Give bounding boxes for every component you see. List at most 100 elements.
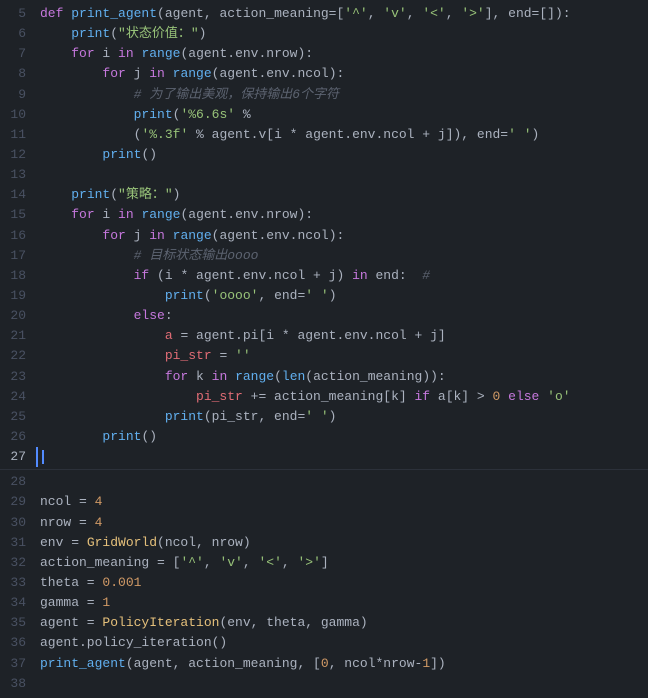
token-purple: for <box>71 46 94 61</box>
line-number: 21 <box>0 326 36 346</box>
token-white <box>40 409 165 424</box>
token-purple: for <box>102 228 125 243</box>
token-green: "状态价值：" <box>118 26 199 41</box>
token-green: '%.3f' <box>141 127 188 142</box>
line-number: 17 <box>0 246 36 266</box>
line-content: agent = PolicyIteration(env, theta, gamm… <box>36 613 648 633</box>
token-blue: range <box>173 228 212 243</box>
token-white: % <box>235 107 251 122</box>
line-content: env = GridWorld(ncol, nrow) <box>36 533 648 553</box>
token-blue: print <box>165 409 204 424</box>
token-blue: print <box>71 26 110 41</box>
token-purple: else <box>508 389 539 404</box>
line-content: if (i * agent.env.ncol + j) in end: # <box>36 266 648 286</box>
token-white: nrow = <box>40 515 95 530</box>
code-line-18: 18 if (i * agent.env.ncol + j) in end: # <box>0 266 648 286</box>
token-white <box>40 147 102 162</box>
token-white: (i * agent.env.ncol + j) <box>149 268 352 283</box>
token-white <box>40 127 134 142</box>
line-number: 18 <box>0 266 36 286</box>
token-green: '<' <box>422 6 445 21</box>
line-number: 16 <box>0 226 36 246</box>
token-white <box>40 46 71 61</box>
token-white <box>40 268 134 283</box>
token-white: agent.policy_iteration() <box>40 635 227 650</box>
line-content: print("状态价值：") <box>36 24 648 44</box>
token-yellow: GridWorld <box>87 535 157 550</box>
code-line-14: 14 print("策略：") <box>0 185 648 205</box>
token-red: a <box>165 328 173 343</box>
token-white: j <box>126 66 149 81</box>
token-green: "策略：" <box>118 187 173 202</box>
token-white <box>40 348 165 363</box>
token-white <box>40 66 102 81</box>
code-separator <box>0 469 648 470</box>
token-white: k <box>188 369 211 384</box>
line-content: gamma = 1 <box>36 593 648 613</box>
code-line-13: 13 <box>0 165 648 185</box>
token-blue: print <box>71 187 110 202</box>
token-white: i <box>95 46 118 61</box>
token-white: ) <box>329 288 337 303</box>
code-line-38: 38 <box>0 674 648 694</box>
line-content: action_meaning = ['^', 'v', '<', '>'] <box>36 553 648 573</box>
token-white <box>40 228 102 243</box>
line-number: 23 <box>0 367 36 387</box>
line-content: else: <box>36 306 648 326</box>
code-editor: 5def print_agent(agent, action_meaning=[… <box>0 0 648 698</box>
token-blue: range <box>141 46 180 61</box>
token-white <box>40 107 134 122</box>
token-red: pi_str <box>165 348 212 363</box>
line-number: 5 <box>0 4 36 24</box>
token-orange: 4 <box>95 515 103 530</box>
token-white <box>227 369 235 384</box>
token-orange: 1 <box>422 656 430 671</box>
line-content: for j in range(agent.env.ncol): <box>36 64 648 84</box>
token-purple: in <box>149 228 165 243</box>
token-white: , ncol*nrow- <box>329 656 423 671</box>
token-blue: range <box>141 207 180 222</box>
token-white: (env, theta, gamma) <box>219 615 367 630</box>
token-green: '^' <box>180 555 203 570</box>
token-white <box>40 26 71 41</box>
line-number: 27 <box>0 447 36 467</box>
code-line-17: 17 # 目标状态输出oooo <box>0 246 648 266</box>
token-orange: 0.001 <box>102 575 141 590</box>
token-green: 'v' <box>383 6 406 21</box>
token-white: ( <box>204 288 212 303</box>
code-line-30: 30nrow = 4 <box>0 513 648 533</box>
token-blue: len <box>282 369 305 384</box>
token-red: pi_str <box>196 389 243 404</box>
token-white: % agent.v[i * agent.env.ncol + j]), end= <box>188 127 508 142</box>
token-white <box>40 207 71 222</box>
token-white: env = <box>40 535 87 550</box>
text-cursor <box>42 450 44 464</box>
token-green: '>' <box>461 6 484 21</box>
token-white: (agent.env.ncol): <box>212 228 345 243</box>
token-white: ], end=[]): <box>485 6 571 21</box>
line-number: 19 <box>0 286 36 306</box>
token-cmt: # <box>422 268 430 283</box>
code-line-33: 33theta = 0.001 <box>0 573 648 593</box>
token-white: ) <box>173 187 181 202</box>
token-white: ) <box>532 127 540 142</box>
token-white <box>40 187 71 202</box>
token-cmt: # 为了输出美观，保持输出6个字符 <box>134 87 339 102</box>
line-content: print('%6.6s' % <box>36 105 648 125</box>
line-content <box>36 472 648 492</box>
token-purple: for <box>165 369 188 384</box>
code-line-6: 6 print("状态价值：") <box>0 24 648 44</box>
line-content: print(pi_str, end=' ') <box>36 407 648 427</box>
token-purple: in <box>118 46 134 61</box>
token-white: action_meaning = [ <box>40 555 180 570</box>
line-number: 7 <box>0 44 36 64</box>
line-content: agent.policy_iteration() <box>36 633 648 653</box>
token-orange: 0 <box>321 656 329 671</box>
line-content <box>36 674 648 694</box>
token-green: 'o' <box>547 389 570 404</box>
line-number: 28 <box>0 472 36 492</box>
token-white <box>40 389 196 404</box>
line-number: 38 <box>0 674 36 694</box>
token-purple: in <box>352 268 368 283</box>
line-content: for i in range(agent.env.nrow): <box>36 205 648 225</box>
